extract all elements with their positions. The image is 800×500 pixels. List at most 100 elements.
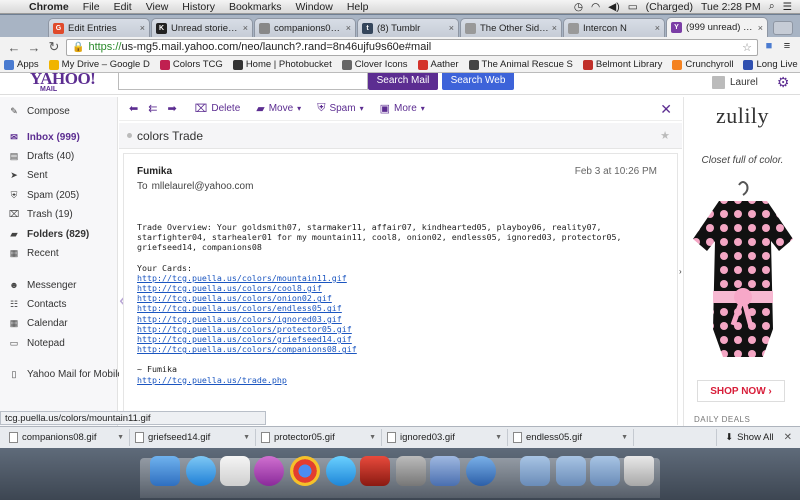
sidebar-item-messenger[interactable]: ☻ Messenger (0, 277, 118, 293)
menu-edit[interactable]: Edit (107, 1, 139, 13)
download-item[interactable]: companions08.gif ▼ (4, 429, 130, 446)
finder-icon[interactable] (150, 456, 180, 486)
recipient-email[interactable]: mllelaurel@yahoo.com (152, 181, 254, 192)
bookmark-item[interactable]: Colors TCG (159, 59, 223, 70)
user-menu[interactable]: Laurel ⚙ (712, 74, 789, 91)
tab-close-icon[interactable]: × (758, 23, 763, 33)
itunes-icon[interactable] (326, 456, 356, 486)
bookmark-item[interactable]: Crunchyroll (672, 59, 733, 70)
wifi-icon[interactable]: ◠ (591, 1, 600, 13)
tab-close-icon[interactable]: × (346, 23, 351, 33)
download-item[interactable]: endless05.gif ▼ (508, 429, 634, 446)
card-link[interactable]: http://tcg.puella.us/colors/protector05.… (137, 324, 662, 334)
spotlight-icon[interactable]: ⌕ (769, 0, 775, 13)
menu-history[interactable]: History (175, 1, 222, 13)
system-preferences-icon[interactable] (396, 456, 426, 486)
battery-icon[interactable]: ▭ (628, 1, 638, 13)
sidebar-item-trash[interactable]: ⌧ Trash (19) (0, 206, 118, 222)
back-arrow-icon[interactable]: ← (6, 40, 22, 55)
tab-close-icon[interactable]: × (140, 23, 145, 33)
extension-icon[interactable]: ■ (762, 40, 776, 54)
chevron-down-icon[interactable]: ▼ (369, 434, 376, 441)
search-web-button[interactable]: Search Web (442, 73, 514, 90)
forward-arrow-icon[interactable]: → (26, 40, 42, 55)
card-link[interactable]: http://tcg.puella.us/colors/endless05.gi… (137, 303, 662, 313)
card-link[interactable]: http://tcg.puella.us/colors/griefseed14.… (137, 334, 662, 344)
card-link[interactable]: http://tcg.puella.us/colors/companions08… (137, 344, 662, 354)
textedit-icon[interactable] (220, 456, 250, 486)
photo-booth-icon[interactable] (360, 456, 390, 486)
menu-app-chrome[interactable]: Chrome (22, 1, 76, 13)
sidebar-item-calendar[interactable]: ▦ Calendar (0, 315, 118, 331)
close-icon[interactable]: ✕ (784, 432, 792, 443)
chevron-down-icon[interactable]: ▼ (243, 434, 250, 441)
browser-tab[interactable]: companions08.gif Pi× (254, 18, 356, 37)
search-input[interactable] (118, 73, 368, 90)
browser-tab[interactable]: G Edit Entries × (48, 18, 150, 37)
download-item[interactable]: ignored03.gif ▼ (382, 429, 508, 446)
menu-help[interactable]: Help (340, 1, 376, 13)
shop-now-button[interactable]: SHOP NOW › (697, 380, 785, 402)
card-link[interactable]: http://tcg.puella.us/colors/onion02.gif (137, 293, 662, 303)
sidebar-item-notepad[interactable]: ▭ Notepad (0, 335, 118, 351)
chevron-down-icon[interactable]: ▼ (495, 434, 502, 441)
menu-clock[interactable]: Tue 2:28 PM (701, 1, 761, 13)
ad-collapse-chevron-icon[interactable]: › (679, 267, 682, 276)
back-button[interactable]: ⬅ (129, 102, 138, 115)
sender-name[interactable]: Fumika (137, 166, 172, 177)
sidebar-item-compose[interactable]: ✎ Compose (0, 103, 118, 119)
app-icon[interactable] (466, 456, 496, 486)
menu-view[interactable]: View (139, 1, 176, 13)
bookmark-item[interactable]: Home | Photobucket (232, 59, 332, 70)
chrome-menu-icon[interactable]: ≡ (780, 40, 794, 54)
chevron-down-icon[interactable]: ▼ (621, 434, 628, 441)
read-status-dot[interactable] (127, 133, 132, 138)
browser-tab[interactable]: K Unread stories from× (151, 18, 253, 37)
download-item[interactable]: griefseed14.gif ▼ (130, 429, 256, 446)
card-link[interactable]: http://tcg.puella.us/colors/mountain11.g… (137, 273, 662, 283)
bookmark-item[interactable]: The Animal Rescue S (468, 59, 573, 70)
move-button[interactable]: ▰ Move ▾ (256, 102, 301, 115)
trade-page-link[interactable]: http://tcg.puella.us/trade.php (137, 375, 662, 385)
browser-tab[interactable]: The Other Side of th× (460, 18, 562, 37)
menu-bookmarks[interactable]: Bookmarks (222, 1, 289, 13)
card-link[interactable]: http://tcg.puella.us/colors/ignored03.gi… (137, 314, 662, 324)
downloads-folder-icon[interactable] (590, 456, 620, 486)
tab-close-icon[interactable]: × (655, 23, 660, 33)
bookmark-item[interactable]: Clover Icons (341, 59, 408, 70)
volume-icon[interactable]: ◀) (608, 1, 620, 13)
itunes-alt-icon[interactable] (254, 456, 284, 486)
brush-app-icon[interactable] (430, 456, 460, 486)
bookmark-item[interactable]: My Drive – Google D (48, 59, 150, 70)
bookmark-item[interactable]: Belmont Library (582, 59, 662, 70)
more-button[interactable]: ▣ More ▾ (380, 102, 425, 115)
close-icon[interactable]: ✕ (660, 101, 672, 118)
delete-button[interactable]: ⌧ Delete (195, 102, 241, 115)
sidebar-item-folders[interactable]: ▰ Folders (829) (0, 226, 118, 242)
sidebar-item-spam[interactable]: ⛨ Spam (205) (0, 187, 118, 203)
menu-window[interactable]: Window (288, 1, 339, 13)
tab-close-icon[interactable]: × (449, 23, 454, 33)
browser-tab[interactable]: Intercon N × (563, 18, 665, 37)
trash-icon[interactable] (624, 456, 654, 486)
address-bar[interactable]: 🔒 https:// us-mg5.mail.yahoo.com/neo/lau… (66, 38, 758, 56)
forward-button[interactable]: ➡ (167, 102, 176, 115)
star-icon[interactable]: ★ (660, 129, 670, 142)
battery-status[interactable]: (Charged) (646, 1, 693, 13)
card-link[interactable]: http://tcg.puella.us/colors/cool8.gif (137, 283, 662, 293)
bookmark-item[interactable]: Aather (417, 59, 459, 70)
menu-file[interactable]: File (76, 1, 107, 13)
tab-close-icon[interactable]: × (552, 23, 557, 33)
bookmark-item[interactable]: Apps (4, 59, 39, 70)
search-mail-button[interactable]: Search Mail (368, 73, 438, 90)
download-item[interactable]: protector05.gif ▼ (256, 429, 382, 446)
sidebar-item-inbox[interactable]: ✉ Inbox (999) (0, 129, 118, 145)
notification-center-icon[interactable]: ☰ (783, 1, 792, 13)
sidebar-item-contacts[interactable]: ☷ Contacts (0, 296, 118, 312)
new-tab-button[interactable] (773, 21, 793, 35)
browser-tab[interactable]: t (8) Tumblr × (357, 18, 459, 37)
chevron-down-icon[interactable]: ▼ (117, 434, 124, 441)
sidebar-item-recent[interactable]: ▦ Recent (0, 245, 118, 261)
timemachine-icon[interactable]: ◷ (574, 1, 583, 13)
reply-all-button[interactable]: ⇇ (148, 102, 157, 115)
